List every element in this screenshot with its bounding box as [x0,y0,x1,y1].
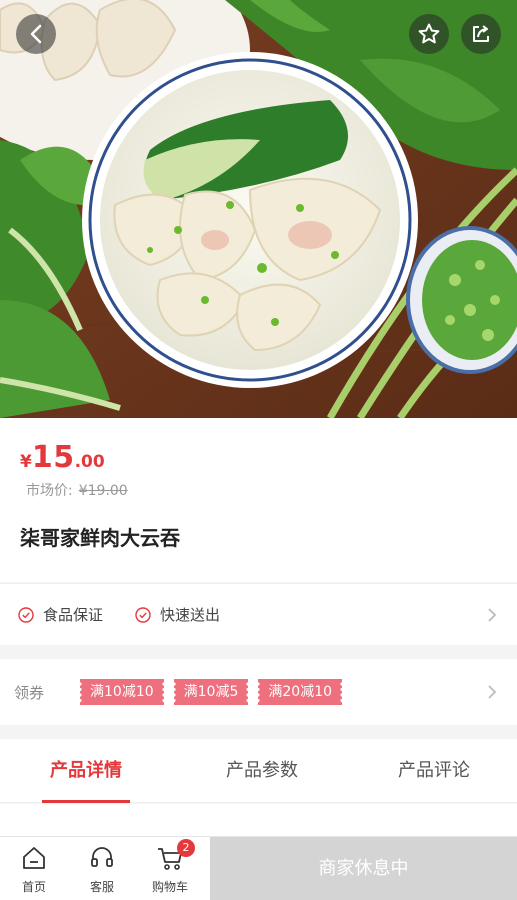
currency-symbol: ¥ [20,452,32,472]
product-info: ¥15.00 市场价: ¥19.00 柒哥家鲜肉大云吞 [0,418,517,582]
share-button[interactable] [461,14,501,54]
tab-product-reviews[interactable]: 产品评论 [398,739,470,803]
chevron-left-icon [30,24,42,44]
guarantee-item-delivery: 快速送出 [135,604,220,625]
nav-cart-label: 购物车 [151,880,188,894]
home-icon [23,847,45,869]
guarantee-item-food: 食品保证 [18,604,103,625]
detail-content [0,804,517,836]
product-image [0,0,517,418]
market-price-label: 市场价: [26,483,73,499]
back-button[interactable] [16,14,56,54]
service-guarantee-row[interactable]: 食品保证 快速送出 [0,583,517,645]
star-icon [418,23,440,44]
nav-customer-service[interactable]: 客服 [68,837,136,900]
bottom-action-bar: 首页 客服 2 购物车 商家休息中 [0,836,517,900]
product-title: 柒哥家鲜肉大云吞 [20,526,180,550]
coupon-item[interactable]: 满10减10 [78,679,166,705]
check-circle-icon [18,606,34,623]
chevron-right-icon [488,607,497,622]
coupon-row[interactable]: 领券 满10减10 满10减5 满20减10 [0,659,517,725]
product-photo-illustration [0,0,517,418]
tab-product-params[interactable]: 产品参数 [226,739,298,803]
nav-service-label: 客服 [89,880,114,894]
chevron-right-icon [488,685,497,699]
coupon-item[interactable]: 满10减5 [171,679,251,705]
market-price: 市场价: ¥19.00 [26,480,128,500]
price-integer: 15 [31,440,75,475]
guarantee-label: 食品保证 [43,606,104,624]
check-circle-icon [135,606,151,623]
store-closed-button[interactable]: 商家休息中 [210,837,517,900]
nav-home-label: 首页 [21,880,46,894]
detail-tabs: 产品详情 产品参数 产品评论 [0,739,517,803]
coupon-item[interactable]: 满20减10 [256,679,344,705]
share-icon [473,25,489,42]
guarantee-label: 快速送出 [160,606,221,624]
cart-count-badge: 2 [177,839,195,857]
headset-icon [91,847,113,867]
coupon-label: 领券 [14,683,45,702]
product-price: ¥15.00 [20,440,105,475]
nav-home[interactable]: 首页 [0,837,68,900]
price-decimal: .00 [74,452,105,472]
tab-product-details[interactable]: 产品详情 [42,739,130,803]
market-price-value: ¥19.00 [78,483,128,499]
nav-cart[interactable]: 2 购物车 [136,837,204,900]
favorite-button[interactable] [409,14,449,54]
